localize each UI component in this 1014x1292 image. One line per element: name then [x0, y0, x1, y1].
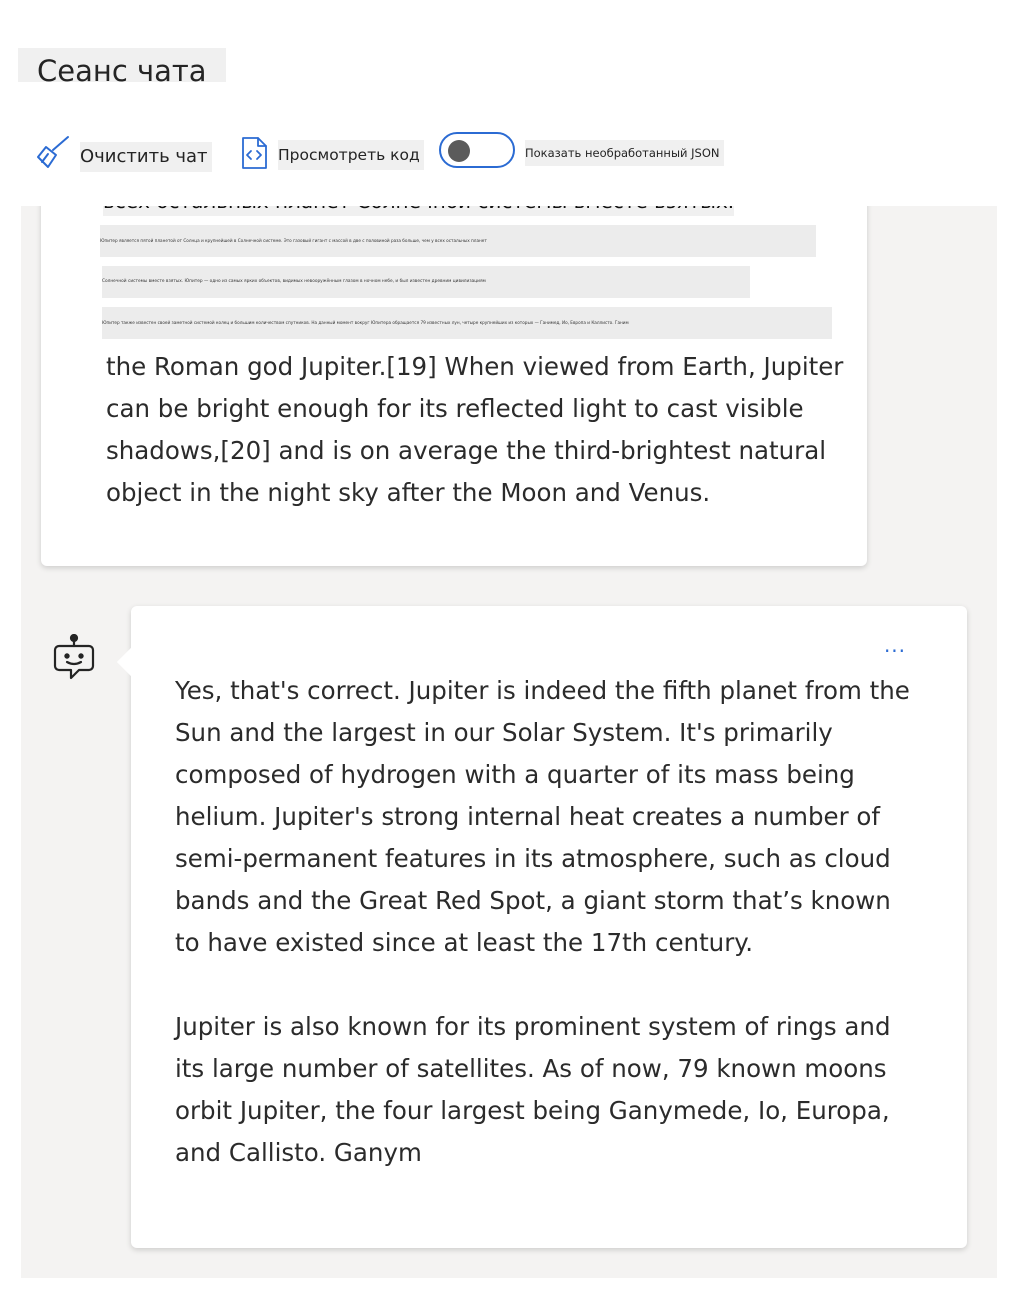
more-options-button[interactable]: ...: [875, 635, 915, 660]
clear-chat-button[interactable]: Очистить чат: [34, 134, 216, 174]
clear-chat-label: Очистить чат: [80, 142, 212, 172]
view-code-button[interactable]: Просмотреть код: [240, 134, 424, 174]
user-message-ru-line: всех остальных планет Солнечной системы …: [103, 206, 735, 216]
code-file-icon: [242, 137, 267, 169]
user-message-garbled-line: Солнечной системы вместе взятых. Юпитер …: [102, 266, 750, 298]
toggle-knob: [448, 140, 470, 162]
raw-json-label: Показать необработанный JSON: [525, 140, 724, 166]
bot-icon: [53, 634, 95, 680]
bot-message-paragraph: Jupiter is also known for its prominent …: [175, 1012, 891, 1167]
user-message-text: the Roman god Jupiter.[19] When viewed f…: [106, 352, 844, 507]
chat-transcript[interactable]: всех остальных планет Солнечной системы …: [21, 206, 997, 1278]
user-message-garbled-line: Юпитер также известен своей заметной сис…: [102, 307, 832, 339]
bot-message-pointer: [116, 647, 146, 677]
bot-message-card: ... Yes, that's correct. Jupiter is inde…: [116, 606, 967, 1248]
user-message-garbled-line: Юпитер является пятой планетой от Солнца…: [100, 225, 816, 257]
raw-json-toggle[interactable]: [439, 132, 515, 168]
bot-message-paragraph: Yes, that's correct. Jupiter is indeed t…: [175, 676, 910, 957]
view-code-label: Просмотреть код: [278, 140, 424, 170]
user-message-card: всех остальных планет Солнечной системы …: [41, 206, 867, 566]
page-title-box: Сеанс чата: [18, 48, 226, 82]
page-title: Сеанс чата: [37, 54, 207, 82]
broom-icon: [37, 136, 69, 168]
bot-message-text: Yes, that's correct. Jupiter is indeed t…: [175, 670, 915, 1216]
